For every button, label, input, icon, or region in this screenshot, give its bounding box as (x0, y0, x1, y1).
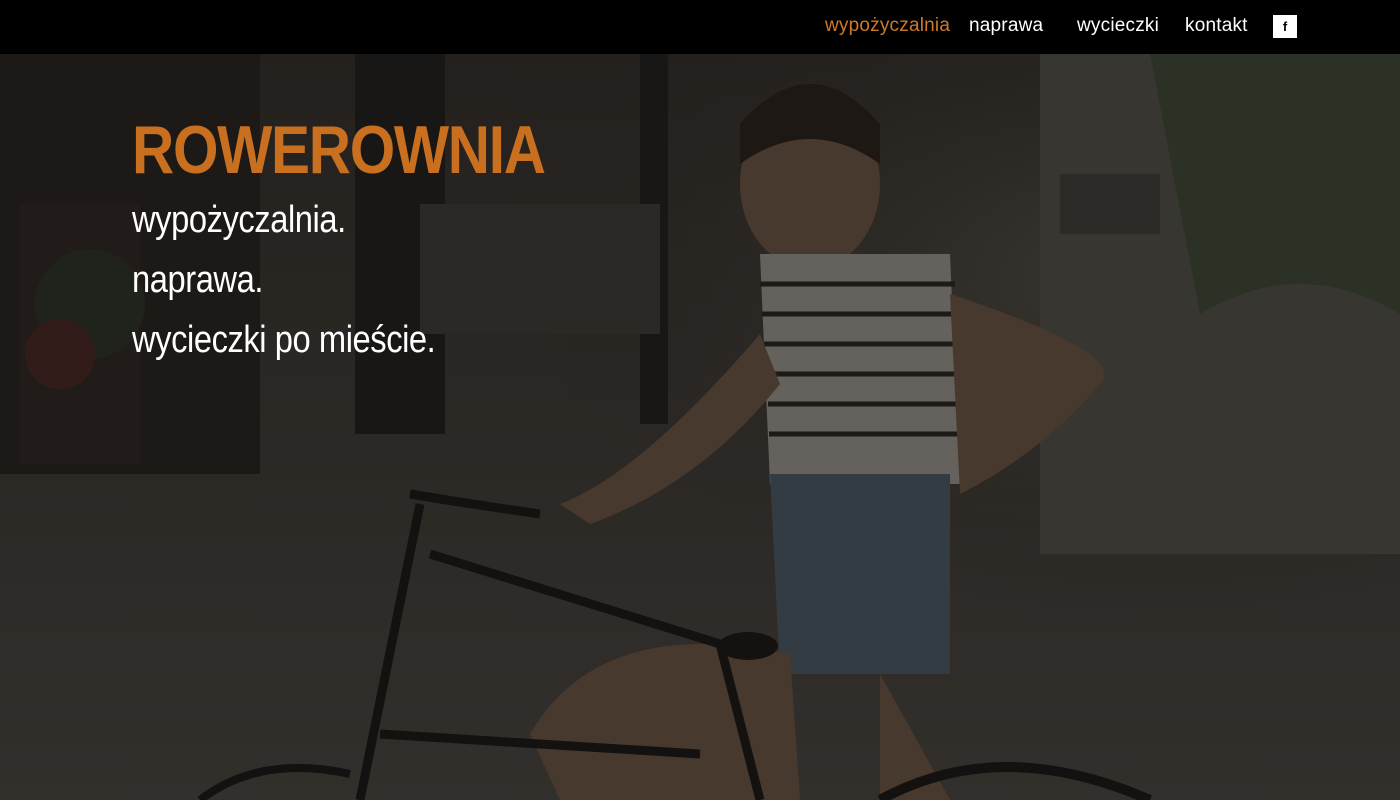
top-navigation-bar: wypożyczalnia naprawa wycieczki kontakt … (0, 0, 1400, 54)
tagline-line-1: wypożyczalnia. (132, 199, 346, 241)
tagline-line-2: naprawa. (132, 259, 264, 301)
facebook-icon[interactable]: f (1273, 15, 1297, 38)
nav-item-kontakt[interactable]: kontakt (1185, 14, 1248, 38)
nav-item-naprawa[interactable]: naprawa (969, 14, 1043, 38)
site-title: ROWEROWNIA (132, 112, 546, 188)
nav-item-wypozyczalnia[interactable]: wypożyczalnia (825, 14, 950, 38)
nav-item-wycieczki[interactable]: wycieczki (1077, 14, 1159, 38)
tagline-line-3: wycieczki po mieście. (132, 319, 436, 361)
